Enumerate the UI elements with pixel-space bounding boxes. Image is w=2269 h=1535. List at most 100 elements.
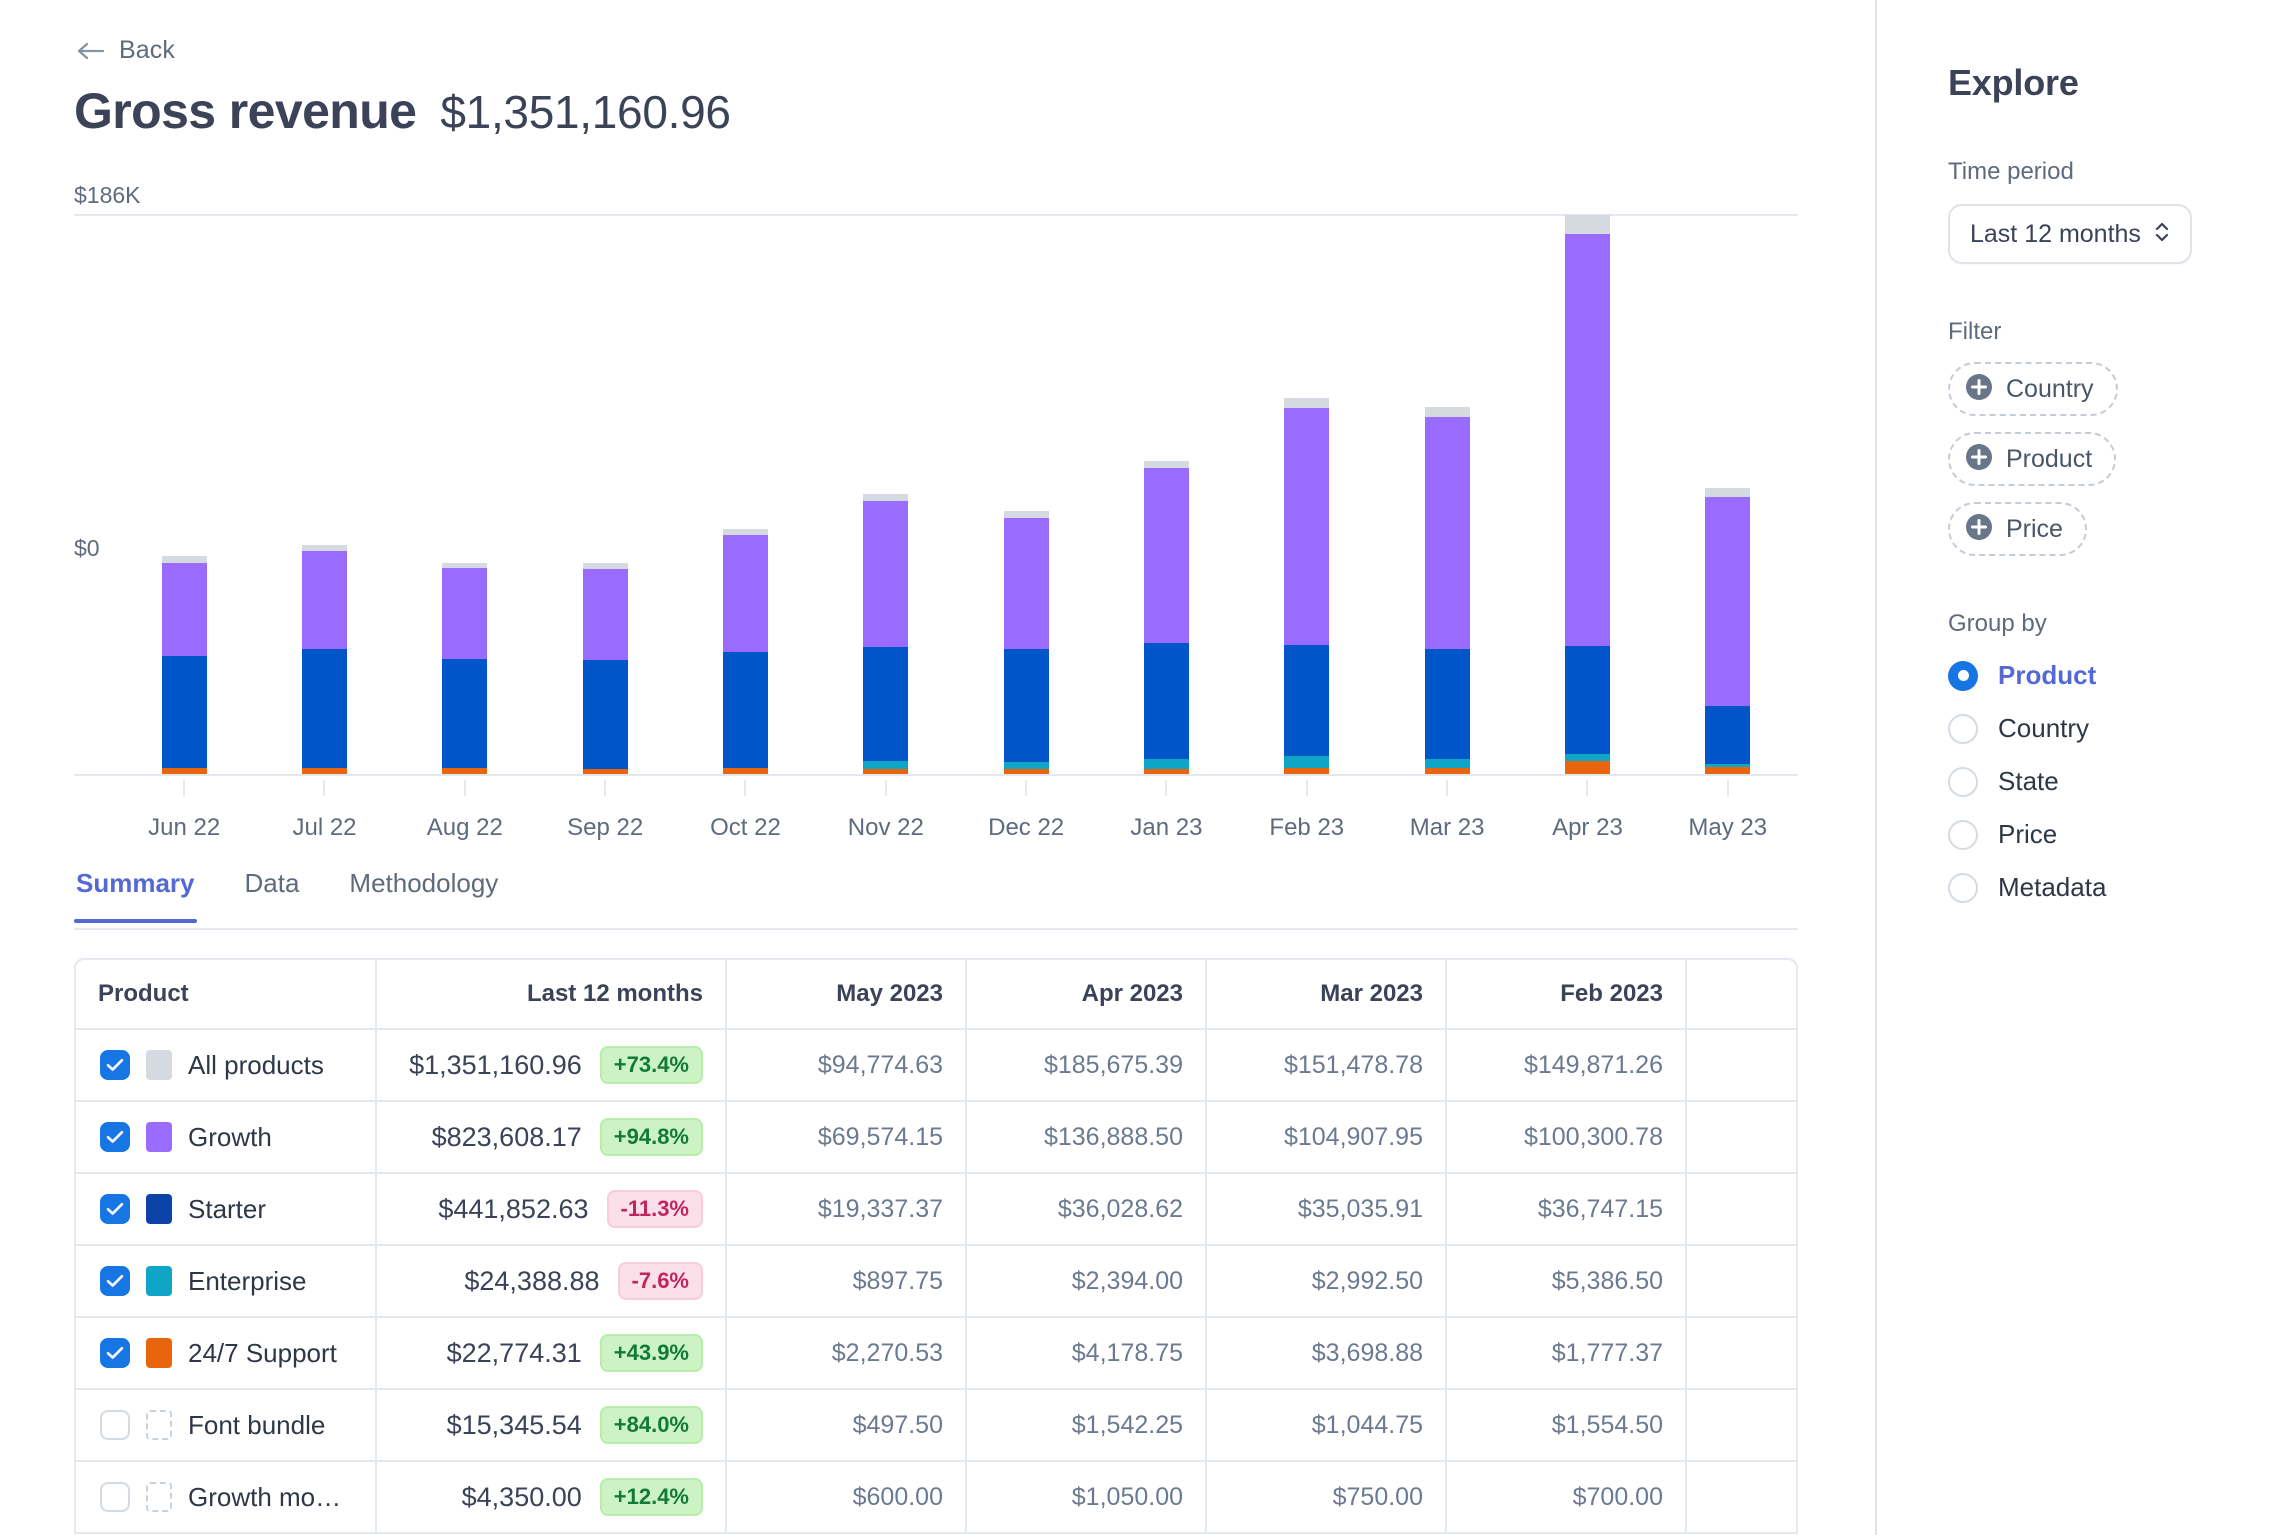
column-header[interactable]: May 2023 xyxy=(727,958,967,1030)
bar-segment xyxy=(1003,511,1049,518)
stacked-bar[interactable] xyxy=(161,556,207,774)
chart-bar-slot[interactable] xyxy=(1237,214,1377,796)
delta-badge: -11.3% xyxy=(606,1190,703,1228)
x-axis-labels: Jun 22 Jul 22 Aug 22 Sep 22 Oct 22 Nov 22 Dec … xyxy=(114,814,1798,842)
product-name: Enterprise xyxy=(188,1265,307,1296)
delta-badge: -7.6% xyxy=(617,1262,703,1300)
bar-segment xyxy=(1143,758,1189,769)
bar-segment xyxy=(582,660,628,769)
column-header[interactable]: Last 12 months xyxy=(377,958,727,1030)
chart-bar-slot[interactable] xyxy=(675,214,815,796)
radio-unselected[interactable] xyxy=(1948,819,1978,850)
time-period-label: Time period xyxy=(1948,158,2074,185)
table-row[interactable]: Growth $823,608.17 +94.8% $69,574.15 $136,88… xyxy=(74,1102,1798,1174)
filter-pill-country[interactable]: Country xyxy=(1948,362,2118,416)
x-axis-tick xyxy=(1025,780,1028,796)
chart-bar-slot[interactable] xyxy=(535,214,675,796)
stacked-bar[interactable] xyxy=(1284,397,1330,774)
main-content: Back Gross revenue $1,351,160.96 $186K $… xyxy=(0,0,1876,1535)
checkbox-checked[interactable] xyxy=(100,1266,130,1296)
x-axis-tick xyxy=(1305,780,1308,796)
group-by-label-text: Country xyxy=(1998,713,2090,743)
stacked-bar[interactable] xyxy=(301,545,347,774)
group-by-option-country[interactable]: Country xyxy=(1948,713,2269,744)
x-axis-tick xyxy=(884,780,887,796)
radio-unselected[interactable] xyxy=(1948,872,1978,903)
chart-bar-slot[interactable] xyxy=(1377,214,1517,796)
chart-bar-slot[interactable] xyxy=(1096,214,1236,796)
chart-bar-slot[interactable] xyxy=(1658,214,1798,796)
stacked-bar[interactable] xyxy=(582,562,628,774)
table-row[interactable]: All products $1,351,160.96 +73.4% $94,774.6… xyxy=(74,1030,1798,1102)
checkbox-unchecked[interactable] xyxy=(100,1482,130,1512)
filter-pill-price[interactable]: Price xyxy=(1948,502,2087,556)
time-period-select[interactable]: Last 12 months xyxy=(1948,204,2192,264)
chart-bar-slot[interactable] xyxy=(1517,214,1657,796)
bar-segment xyxy=(301,649,347,768)
sidebar-title: Explore xyxy=(1948,62,2079,103)
month-value-cell: $94,774.63 xyxy=(727,1030,967,1102)
bar-segment xyxy=(582,768,628,774)
stacked-bar[interactable] xyxy=(863,493,909,774)
checkbox-checked[interactable] xyxy=(100,1122,130,1152)
filter-list: Country Product Price xyxy=(1876,346,2269,556)
row-padding-cell xyxy=(1687,1246,1798,1318)
column-header[interactable]: Mar 2023 xyxy=(1207,958,1447,1030)
table-row[interactable]: 24/7 Support $22,774.31 +43.9% $2,270.53 $4,… xyxy=(74,1318,1798,1390)
column-header[interactable]: Apr 2023 xyxy=(967,958,1207,1030)
x-axis-label: Sep 22 xyxy=(567,814,644,841)
plus-circle-icon xyxy=(1964,442,1994,477)
bar-segment xyxy=(1705,767,1751,774)
column-header[interactable] xyxy=(1687,958,1798,1030)
group-by-option-product[interactable]: Product xyxy=(1948,660,2269,691)
checkbox-checked[interactable] xyxy=(100,1050,130,1080)
group-by-option-metadata[interactable]: Metadata xyxy=(1948,872,2269,903)
table-row[interactable]: Enterprise $24,388.88 -7.6% $897.75 $2,394.0… xyxy=(74,1246,1798,1318)
radio-unselected[interactable] xyxy=(1948,713,1978,744)
chevron-updown-icon xyxy=(2152,218,2172,251)
table-row[interactable]: Font bundle $15,345.54 +84.0% $497.50 $1,542… xyxy=(74,1390,1798,1462)
filter-pill-product[interactable]: Product xyxy=(1948,432,2117,486)
chart-bar-slot[interactable] xyxy=(114,214,254,796)
total-value: $24,388.88 xyxy=(464,1265,600,1296)
table-row[interactable]: Growth monthl... $4,350.00 +12.4% $600.00$1… xyxy=(74,1462,1798,1534)
stacked-bar[interactable] xyxy=(722,528,768,774)
radio-selected[interactable] xyxy=(1948,660,1978,691)
group-by-option-price[interactable]: Price xyxy=(1948,819,2269,850)
back-button[interactable]: Back xyxy=(75,36,175,65)
table-row[interactable]: Starter $441,852.63 -11.3% $19,337.37 $36,02… xyxy=(74,1174,1798,1246)
stacked-bar[interactable] xyxy=(442,562,488,774)
tab-data[interactable]: Data xyxy=(243,868,302,921)
bar-segment xyxy=(1564,761,1610,774)
product-cell: Starter xyxy=(74,1174,377,1246)
checkbox-checked[interactable] xyxy=(100,1194,130,1224)
product-cell: Growth monthl... xyxy=(74,1462,377,1534)
total-cell: $4,350.00 +12.4% xyxy=(377,1462,727,1534)
tab-summary[interactable]: Summary xyxy=(74,868,197,923)
row-padding-cell xyxy=(1687,1102,1798,1174)
x-axis-label: May 23 xyxy=(1688,814,1768,841)
stacked-bar[interactable] xyxy=(1143,461,1189,774)
chart-bar-slot[interactable] xyxy=(254,214,394,796)
bar-segment xyxy=(582,568,628,661)
stacked-bar[interactable] xyxy=(1424,407,1470,774)
group-by-option-state[interactable]: State xyxy=(1948,766,2269,797)
stacked-bar[interactable] xyxy=(1705,488,1751,774)
bar-segment xyxy=(161,767,207,774)
x-axis-tick xyxy=(1165,780,1168,796)
checkbox-unchecked[interactable] xyxy=(100,1410,130,1440)
tab-methodology[interactable]: Methodology xyxy=(347,868,500,921)
chart-bar-slot[interactable] xyxy=(395,214,535,796)
column-header[interactable]: Feb 2023 xyxy=(1447,958,1687,1030)
stacked-bar[interactable] xyxy=(1564,215,1610,774)
chart-bar-slot[interactable] xyxy=(816,214,956,796)
checkbox-checked[interactable] xyxy=(100,1338,130,1368)
column-header[interactable]: Product xyxy=(74,958,377,1030)
chart-bar-slot[interactable] xyxy=(956,214,1096,796)
radio-unselected[interactable] xyxy=(1948,766,1978,797)
x-axis-label: Jan 23 xyxy=(1130,814,1203,841)
product-cell: All products xyxy=(74,1030,377,1102)
bar-segment xyxy=(1143,768,1189,774)
stacked-bar[interactable] xyxy=(1003,511,1049,774)
tab-bar: Summary Data Methodology xyxy=(74,868,1798,930)
